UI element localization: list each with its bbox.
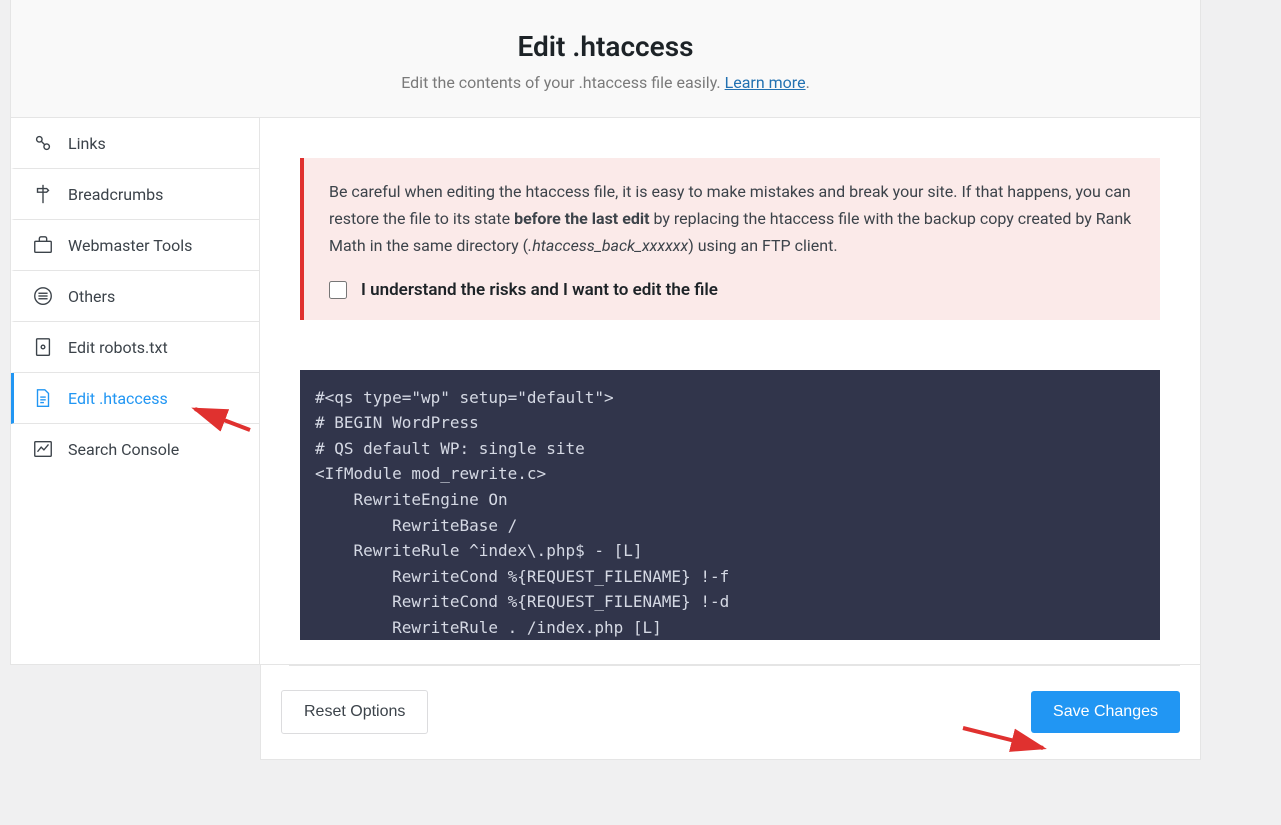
- settings-sidebar: Links Breadcrumbs Webmaster Tools Others: [10, 118, 260, 665]
- sidebar-item-label: Webmaster Tools: [68, 236, 192, 255]
- sidebar-item-webmaster-tools[interactable]: Webmaster Tools: [11, 220, 259, 271]
- link-icon: [32, 132, 54, 154]
- main-content: Be careful when editing the htaccess fil…: [260, 118, 1201, 665]
- sidebar-item-breadcrumbs[interactable]: Breadcrumbs: [11, 169, 259, 220]
- page-title: Edit .htaccess: [31, 30, 1180, 63]
- sidebar-item-label: Search Console: [68, 440, 179, 459]
- robot-file-icon: [32, 336, 54, 358]
- reset-options-button[interactable]: Reset Options: [281, 690, 428, 734]
- toolbox-icon: [32, 234, 54, 256]
- sidebar-item-label: Breadcrumbs: [68, 185, 163, 204]
- consent-checkbox[interactable]: [329, 281, 347, 299]
- file-icon: [32, 387, 54, 409]
- sidebar-item-search-console[interactable]: Search Console: [11, 424, 259, 474]
- warning-box: Be careful when editing the htaccess fil…: [300, 158, 1160, 320]
- page-header: Edit .htaccess Edit the contents of your…: [10, 0, 1201, 118]
- footer-actions: Reset Options Save Changes: [260, 665, 1201, 760]
- list-icon: [32, 285, 54, 307]
- htaccess-editor[interactable]: [300, 370, 1160, 640]
- signpost-icon: [32, 183, 54, 205]
- divider: [289, 665, 1180, 666]
- sidebar-item-edit-robots[interactable]: Edit robots.txt: [11, 322, 259, 373]
- sidebar-item-label: Edit robots.txt: [68, 338, 168, 357]
- sidebar-item-label: Others: [68, 287, 115, 306]
- sidebar-item-links[interactable]: Links: [11, 118, 259, 169]
- sidebar-item-others[interactable]: Others: [11, 271, 259, 322]
- sidebar-item-label: Links: [68, 134, 106, 153]
- chart-icon: [32, 438, 54, 460]
- learn-more-link[interactable]: Learn more: [725, 73, 806, 92]
- consent-label: I understand the risks and I want to edi…: [361, 280, 718, 300]
- warning-text: Be careful when editing the htaccess fil…: [329, 178, 1135, 260]
- save-changes-button[interactable]: Save Changes: [1031, 691, 1180, 733]
- page-subtitle: Edit the contents of your .htaccess file…: [31, 73, 1180, 92]
- sidebar-item-edit-htaccess[interactable]: Edit .htaccess: [11, 373, 259, 424]
- consent-row: I understand the risks and I want to edi…: [329, 280, 1135, 300]
- sidebar-item-label: Edit .htaccess: [68, 389, 168, 408]
